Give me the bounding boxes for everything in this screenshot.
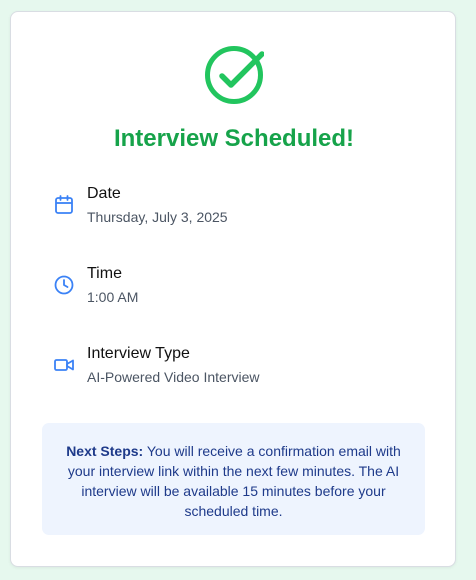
detail-time-label: Time xyxy=(87,265,122,282)
video-icon xyxy=(53,354,75,376)
detail-time-value: 1:00 AM xyxy=(87,289,139,305)
clock-icon xyxy=(53,274,75,296)
detail-date-label: Date xyxy=(87,185,121,202)
check-circle-icon xyxy=(204,45,265,105)
page-title: Interview Scheduled! xyxy=(113,125,355,152)
detail-interview-type-value: AI-Powered Video Interview xyxy=(87,369,260,385)
next-steps-heading: Next Steps: xyxy=(66,443,144,459)
detail-interview-type-label: Interview Type xyxy=(87,345,190,362)
confirmation-card: Interview Scheduled! Date Thursday, July… xyxy=(10,11,456,567)
calendar-icon xyxy=(53,194,75,216)
detail-date-value: Thursday, July 3, 2025 xyxy=(87,209,228,225)
next-steps-note: Next Steps: You will receive a confirmat… xyxy=(42,423,425,535)
